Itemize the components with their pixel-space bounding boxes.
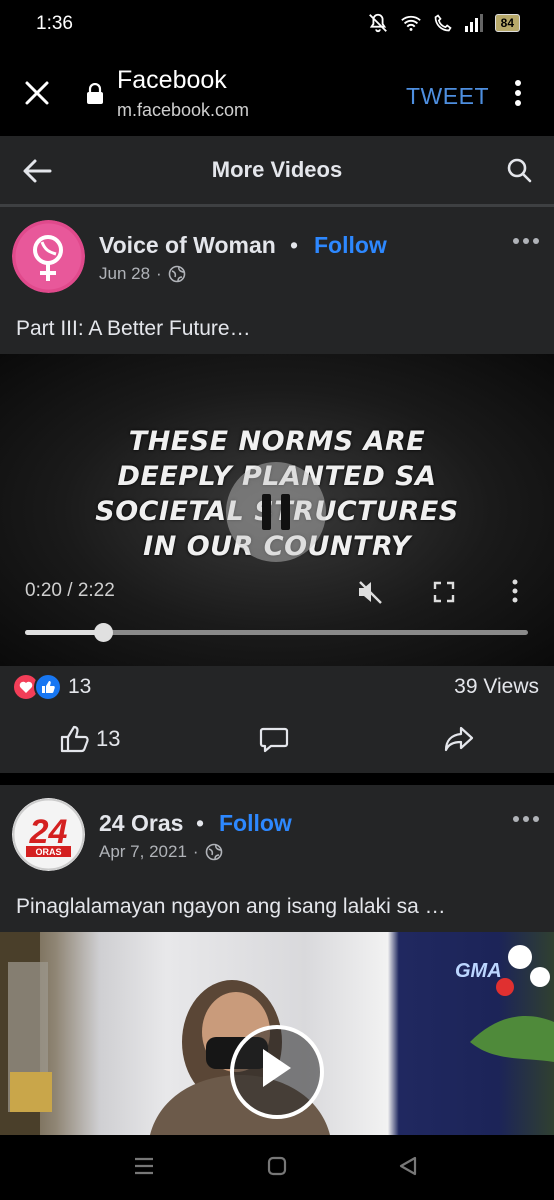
avatar[interactable]: 24 ORAS [12, 798, 85, 871]
page-title: More Videos [211, 157, 343, 182]
globe-icon [205, 843, 222, 861]
post-card: 24 ORAS 24 Oras • Follow Apr 7, 2021 · Pi… [0, 785, 554, 1135]
gma-watermark: GMA [455, 960, 502, 982]
browser-title: Facebook [117, 66, 227, 94]
post-options-icon[interactable] [512, 237, 540, 245]
post-author[interactable]: Voice of Woman [99, 232, 276, 259]
post-text[interactable]: Pinaglalamayan ngayon ang isang lalaki s… [16, 895, 446, 919]
post-date: Jun 28 · [99, 264, 186, 284]
post-author[interactable]: 24 Oras [99, 810, 183, 837]
status-time: 1:36 [36, 13, 73, 34]
progress-fill [25, 630, 103, 635]
reaction-count: 13 [68, 675, 92, 698]
fullscreen-icon[interactable] [433, 581, 455, 603]
video-time: 0:20 / 2:22 [25, 580, 115, 601]
pause-button[interactable] [226, 462, 326, 562]
recent-apps-icon[interactable] [133, 1156, 155, 1176]
avatar[interactable] [12, 220, 85, 293]
separator-dot: · [192, 842, 199, 861]
post-date-text: Jun 28 [99, 264, 151, 283]
post-options-icon[interactable] [512, 815, 540, 823]
follow-button[interactable]: Follow [314, 232, 387, 259]
more-menu-icon[interactable] [510, 80, 526, 106]
battery-icon: 84 [494, 14, 520, 32]
tweet-button[interactable]: TWEET [406, 83, 489, 110]
browser-url: m.facebook.com [117, 100, 250, 120]
post-card: Voice of Woman • Follow Jun 28 · Part II… [0, 207, 554, 773]
search-icon[interactable] [505, 156, 533, 184]
svg-text:ORAS: ORAS [35, 847, 61, 857]
video-options-icon[interactable] [510, 579, 520, 603]
video-progress-bar[interactable] [25, 623, 528, 642]
mute-icon[interactable] [357, 580, 383, 604]
post-actions: 13 [0, 719, 554, 769]
separator-dot: · [156, 264, 162, 283]
call-icon [434, 14, 452, 32]
progress-handle[interactable] [93, 623, 113, 642]
mute-icon [368, 13, 387, 33]
video-player[interactable]: THESE NORMS ARE DEEPLY PLANTED SA SOCIET… [0, 354, 554, 666]
share-icon[interactable] [444, 725, 474, 753]
close-icon[interactable] [22, 78, 52, 108]
status-icons: 84 [367, 12, 520, 34]
separator-dot: • [196, 810, 205, 836]
like-icon [60, 725, 89, 753]
pause-icon [262, 494, 290, 530]
svg-text:24: 24 [29, 813, 68, 851]
like-reaction-icon [34, 673, 62, 701]
video-caption-line: THESE NORMS ARE [128, 426, 426, 457]
back-icon[interactable] [398, 1156, 418, 1176]
page-header: More Videos [0, 136, 554, 207]
lock-icon [87, 83, 103, 104]
globe-icon [168, 265, 186, 283]
like-button[interactable]: 13 [60, 725, 120, 753]
comment-icon[interactable] [259, 725, 289, 755]
follow-button[interactable]: Follow [219, 810, 292, 837]
separator-dot: • [290, 232, 299, 258]
post-date-text: Apr 7, 2021 [99, 842, 187, 861]
post-date: Apr 7, 2021 · [99, 842, 223, 862]
signal-icon [464, 14, 483, 32]
wifi-icon [400, 15, 421, 31]
post-text[interactable]: Part III: A Better Future… [16, 317, 251, 341]
play-button[interactable] [230, 1025, 324, 1119]
play-icon [263, 1049, 291, 1087]
browser-bar: Facebook m.facebook.com TWEET [0, 50, 554, 136]
home-icon[interactable] [267, 1156, 287, 1176]
reactions-summary[interactable]: 13 [12, 673, 91, 701]
like-count: 13 [96, 726, 121, 751]
video-player[interactable]: GMA [0, 932, 554, 1135]
view-count: 39 Views [454, 675, 539, 698]
system-nav-bar [0, 1135, 554, 1200]
status-bar: 1:36 84 [0, 0, 554, 50]
